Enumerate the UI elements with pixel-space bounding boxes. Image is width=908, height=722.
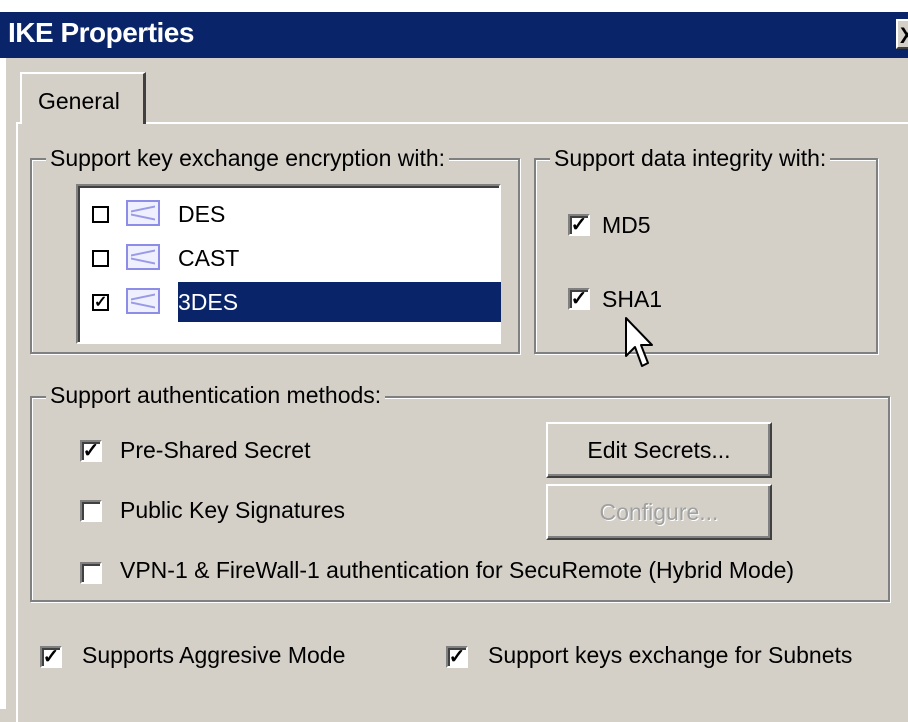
list-item-label: CAST: [178, 245, 240, 271]
encryption-icon: [126, 288, 160, 314]
title-bar: IKE Properties X: [0, 0, 908, 58]
list-item-cast[interactable]: CAST: [82, 236, 497, 278]
hybrid-mode-checkbox[interactable]: [80, 562, 102, 584]
encryption-group-label: Support key exchange encryption with:: [46, 145, 450, 172]
pre-shared-secret-checkbox[interactable]: ✓: [80, 440, 102, 462]
sha1-checkbox[interactable]: ✓: [568, 288, 590, 310]
3des-checkbox[interactable]: ✓: [92, 294, 109, 311]
aggressive-mode-checkbox[interactable]: ✓: [40, 646, 62, 668]
mouse-cursor-icon: [625, 317, 653, 367]
tab-joint: [22, 120, 143, 126]
list-item-3des[interactable]: ✓ 3DES: [82, 280, 501, 322]
subnets-label: Support keys exchange for Subnets: [488, 642, 853, 668]
md5-label: MD5: [602, 212, 651, 238]
tab-general-label: General: [38, 88, 120, 114]
hybrid-mode-label: VPN-1 & FireWall-1 authentication for Se…: [120, 557, 795, 583]
subnets-checkbox[interactable]: ✓: [446, 646, 468, 668]
cast-checkbox[interactable]: [92, 250, 109, 267]
authentication-group-label: Support authentication methods:: [46, 382, 386, 409]
public-key-signatures-checkbox[interactable]: [80, 500, 102, 522]
integrity-group-label: Support data integrity with:: [550, 145, 831, 172]
md5-checkbox[interactable]: ✓: [568, 214, 590, 236]
edit-secrets-button[interactable]: Edit Secrets...: [546, 422, 772, 478]
configure-button[interactable]: Configure...: [546, 484, 772, 540]
list-item-label: DES: [178, 201, 226, 227]
public-key-signatures-label: Public Key Signatures: [120, 497, 346, 523]
encryption-icon: [126, 200, 160, 226]
list-item-des[interactable]: DES: [82, 192, 497, 234]
window-title: IKE Properties: [8, 17, 194, 48]
aggressive-mode-label: Supports Aggresive Mode: [82, 642, 346, 668]
integrity-group: [534, 158, 878, 354]
encryption-icon: [126, 244, 160, 270]
encryption-list[interactable]: DES CAST ✓ 3DES: [76, 184, 501, 344]
list-item-label: 3DES: [178, 282, 501, 322]
close-button[interactable]: X: [896, 19, 908, 49]
window-frame: [6, 58, 8, 709]
tab-general[interactable]: General: [20, 72, 146, 124]
sha1-label: SHA1: [602, 286, 663, 312]
des-checkbox[interactable]: [92, 206, 109, 223]
pre-shared-secret-label: Pre-Shared Secret: [120, 437, 311, 463]
